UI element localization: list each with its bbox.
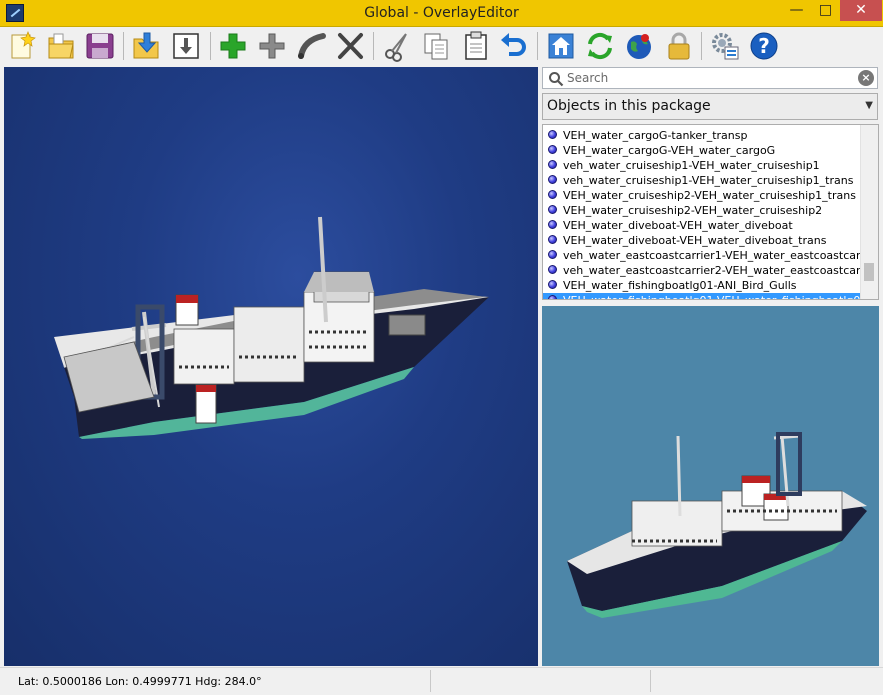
- list-item-label: VEH_water_fishingboatlg01-VEH_water_fish…: [563, 294, 867, 299]
- search-input[interactable]: [567, 69, 847, 87]
- list-item[interactable]: VEH_water_fishingboatlg01-ANI_Bird_Gulls: [543, 278, 878, 293]
- delete-icon[interactable]: [334, 30, 366, 62]
- list-item[interactable]: VEH_water_cruiseship2-VEH_water_cruisesh…: [543, 188, 878, 203]
- title-bar: Global - OverlayEditor — □ ✕: [0, 0, 883, 27]
- search-box[interactable]: ×: [542, 67, 878, 89]
- list-item-label: VEH_water_diveboat-VEH_water_diveboat_tr…: [563, 234, 827, 247]
- chevron-down-icon: ▼: [865, 100, 873, 111]
- list-item[interactable]: VEH_water_diveboat-VEH_water_diveboat_tr…: [543, 233, 878, 248]
- object-preview: [542, 306, 879, 666]
- import-icon[interactable]: [130, 30, 162, 62]
- object-icon: [548, 220, 557, 229]
- object-icon: [548, 190, 557, 199]
- package-select[interactable]: Objects in this package ▼: [542, 93, 878, 120]
- object-icon: [548, 130, 557, 139]
- new-package-icon[interactable]: [6, 30, 38, 62]
- list-item[interactable]: VEH_water_diveboat-VEH_water_diveboat: [543, 218, 878, 233]
- object-list[interactable]: VEH_water_cargoG-tanker_transp VEH_water_…: [542, 124, 879, 300]
- list-item-label: VEH_water_fishingboatlg01-ANI_Bird_Gulls: [563, 279, 797, 292]
- status-bar: Lat: 0.5000186 Lon: 0.4999771 Hdg: 284.0…: [0, 667, 883, 695]
- search-icon: [549, 72, 564, 87]
- list-item[interactable]: veh_water_cruiseship1-VEH_water_cruisesh…: [543, 158, 878, 173]
- undo-icon[interactable]: [498, 30, 530, 62]
- lock-icon[interactable]: [663, 30, 695, 62]
- move-icon[interactable]: [256, 30, 288, 62]
- status-coordinates: Lat: 0.5000186 Lon: 0.4999771 Hdg: 284.0…: [18, 675, 262, 688]
- object-icon: [548, 205, 557, 214]
- list-item-label: VEH_water_diveboat-VEH_water_diveboat: [563, 219, 793, 232]
- list-item-label: veh_water_cruiseship1-VEH_water_cruisesh…: [563, 174, 854, 187]
- globe-icon[interactable]: [623, 30, 655, 62]
- package-select-value: Objects in this package: [547, 98, 711, 114]
- paste-icon[interactable]: [460, 30, 492, 62]
- settings-icon[interactable]: [709, 30, 741, 62]
- object-icon: [548, 160, 557, 169]
- add-icon[interactable]: [217, 30, 249, 62]
- status-panel-divider: [430, 670, 431, 692]
- object-icon: [548, 280, 557, 289]
- svg-text:?: ?: [758, 34, 770, 58]
- status-panel-divider: [650, 670, 651, 692]
- list-item[interactable]: veh_water_eastcoastcarrier1-VEH_water_ea…: [543, 248, 878, 263]
- minimize-button[interactable]: —: [782, 0, 811, 21]
- preview-ship-render: [567, 432, 867, 618]
- list-item[interactable]: VEH_water_cruiseship2-VEH_water_cruisesh…: [543, 203, 878, 218]
- list-scrollbar[interactable]: [860, 125, 878, 299]
- open-package-icon[interactable]: [45, 30, 77, 62]
- list-item[interactable]: VEH_water_cargoG-tanker_transp: [543, 128, 878, 143]
- object-icon: [548, 145, 557, 154]
- list-item-label: VEH_water_cargoG-tanker_transp: [563, 129, 748, 142]
- cut-icon[interactable]: [381, 30, 413, 62]
- object-icon: [548, 295, 557, 299]
- ship-render: [54, 216, 489, 439]
- list-item[interactable]: veh_water_cruiseship1-VEH_water_cruisesh…: [543, 173, 878, 188]
- help-icon[interactable]: ?: [748, 30, 780, 62]
- object-icon: [548, 175, 557, 184]
- copy-icon[interactable]: [420, 30, 452, 62]
- object-icon: [548, 265, 557, 274]
- object-icon: [548, 250, 557, 259]
- home-icon[interactable]: [545, 30, 577, 62]
- reload-icon[interactable]: [584, 30, 616, 62]
- list-item-label: VEH_water_cruiseship2-VEH_water_cruisesh…: [563, 204, 823, 217]
- scrollbar-thumb[interactable]: [864, 263, 874, 281]
- list-item-label: veh_water_cruiseship1-VEH_water_cruisesh…: [563, 159, 820, 172]
- 3d-viewport[interactable]: [4, 67, 538, 666]
- save-icon[interactable]: [84, 30, 116, 62]
- bend-icon[interactable]: [296, 30, 328, 62]
- list-item-label: veh_water_eastcoastcarrier1-VEH_water_ea…: [563, 249, 879, 262]
- list-item[interactable]: VEH_water_fishingboatlg01-VEH_water_fish…: [543, 293, 878, 299]
- export-icon[interactable]: [170, 30, 202, 62]
- close-button[interactable]: ✕: [840, 0, 882, 21]
- list-item[interactable]: veh_water_eastcoastcarrier2-VEH_water_ea…: [543, 263, 878, 278]
- clear-search-icon[interactable]: ×: [858, 70, 874, 86]
- list-item-label: VEH_water_cargoG-VEH_water_cargoG: [563, 144, 776, 157]
- toolbar: ?: [0, 27, 883, 65]
- list-item-label: veh_water_eastcoastcarrier2-VEH_water_ea…: [563, 264, 879, 277]
- maximize-button[interactable]: □: [811, 0, 840, 21]
- object-icon: [548, 235, 557, 244]
- window-title: Global - OverlayEditor: [364, 5, 519, 21]
- list-item[interactable]: VEH_water_cargoG-VEH_water_cargoG: [543, 143, 878, 158]
- list-item-label: VEH_water_cruiseship2-VEH_water_cruisesh…: [563, 189, 856, 202]
